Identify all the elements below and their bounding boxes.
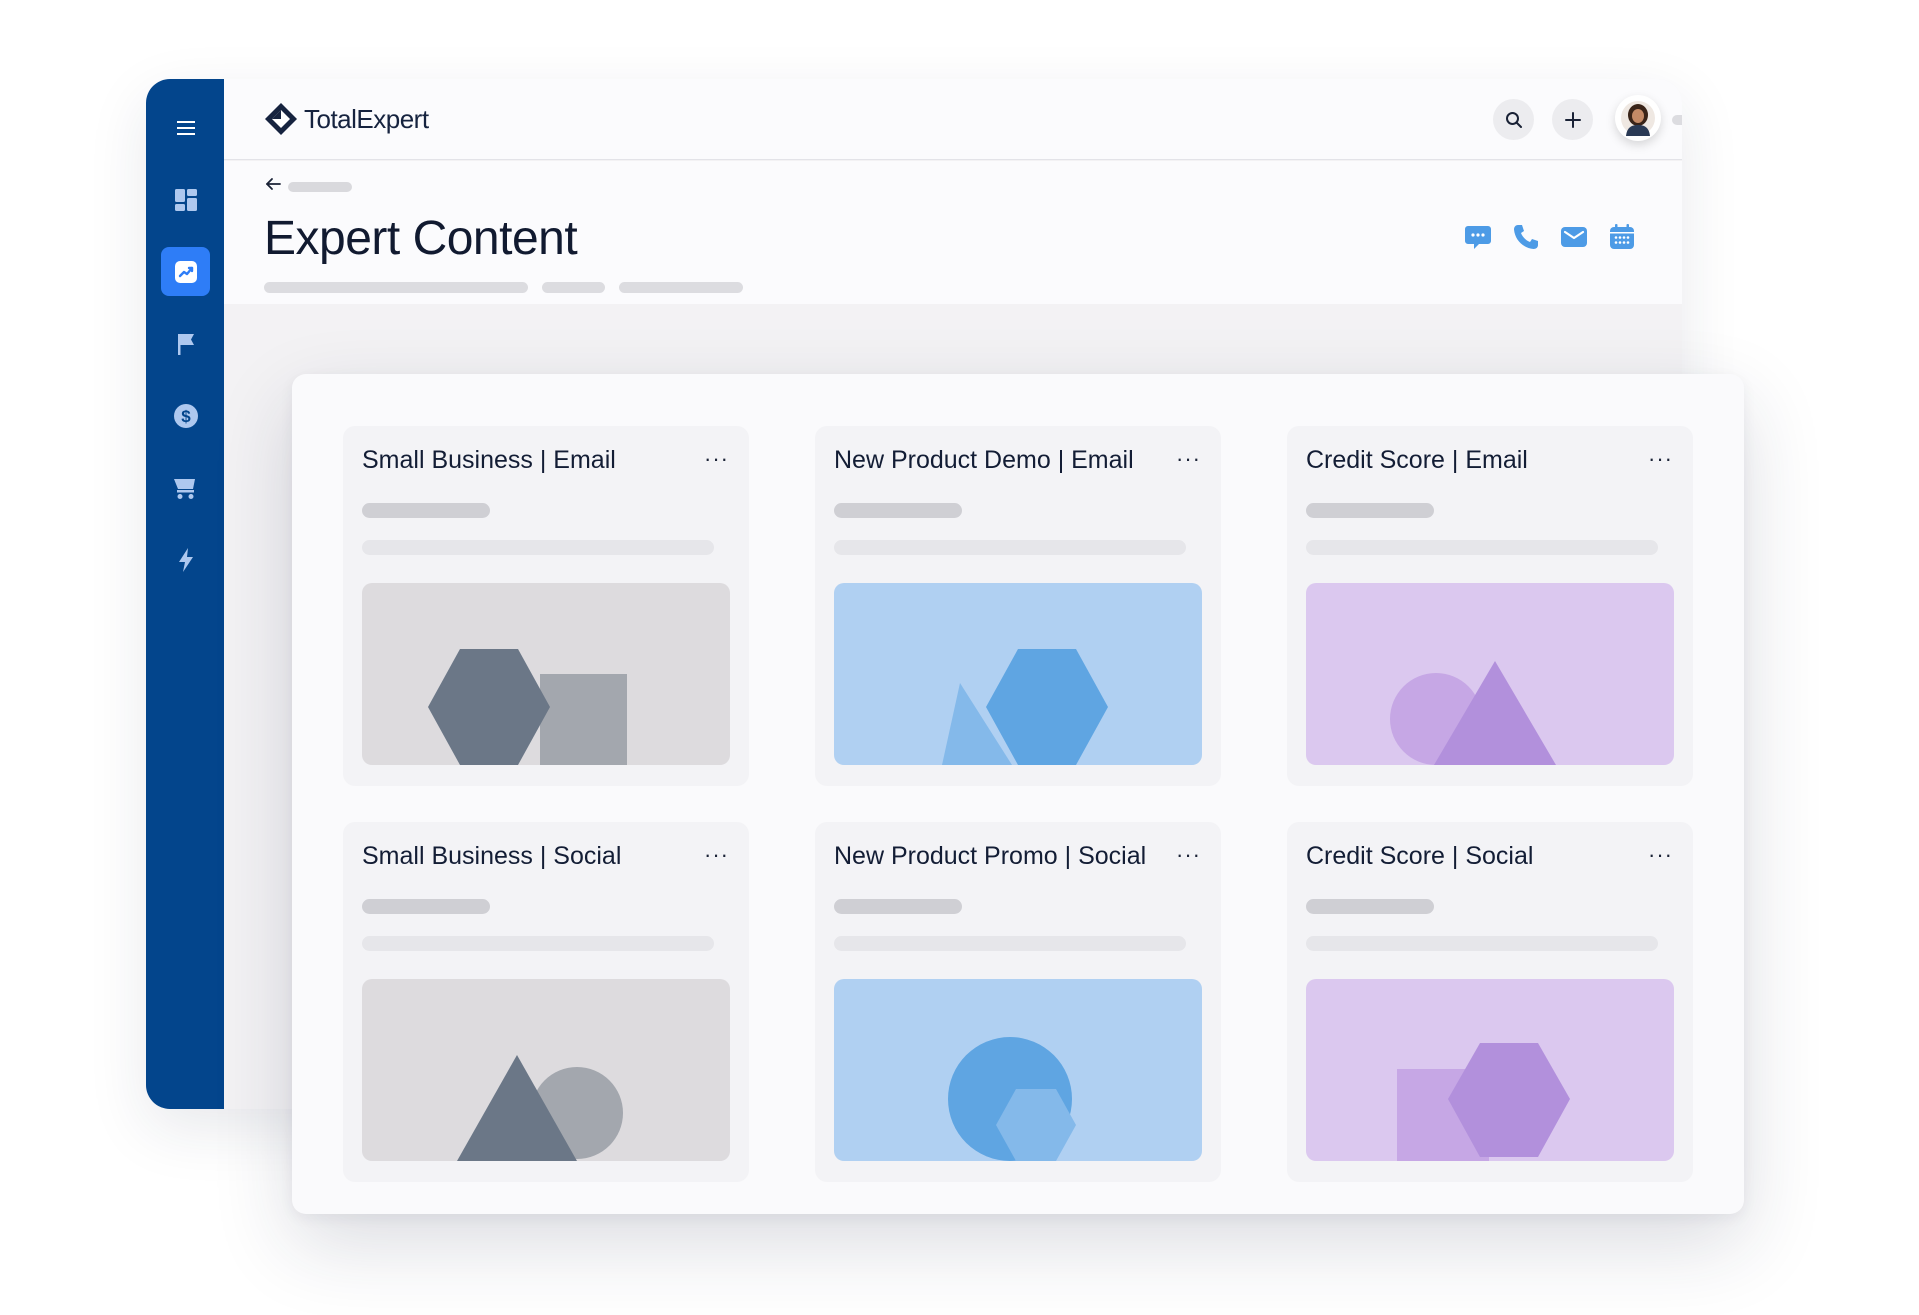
subtitle-placeholder — [619, 282, 743, 293]
card-meta-placeholder — [362, 899, 490, 914]
content-panel: Small Business | Email ··· New Product D… — [292, 374, 1744, 1214]
content-card[interactable]: Small Business | Social ··· — [343, 822, 749, 1182]
card-thumbnail — [1306, 979, 1674, 1161]
cart-icon[interactable] — [161, 463, 210, 512]
card-title: Credit Score | Email — [1306, 446, 1528, 474]
username-placeholder — [1672, 115, 1682, 125]
content-card[interactable]: New Product Demo | Email ··· — [815, 426, 1221, 786]
flag-icon[interactable] — [161, 319, 210, 368]
lightning-icon[interactable] — [161, 535, 210, 584]
card-meta-placeholder — [1306, 899, 1434, 914]
card-description-placeholder — [362, 936, 714, 951]
topbar: TotalExpert — [224, 79, 1682, 160]
dollar-icon[interactable]: $ — [161, 391, 210, 440]
card-thumbnail — [1306, 583, 1674, 765]
svg-text:$: $ — [181, 407, 191, 426]
purple-shapes-thumbnail — [1397, 1043, 1570, 1161]
user-avatar[interactable] — [1615, 95, 1661, 141]
trending-chart-icon[interactable] — [161, 247, 210, 296]
stage: $ TotalExpert Expert Content Small Busin… — [0, 0, 1919, 1315]
blue-shapes-thumbnail — [942, 649, 1108, 765]
more-options-icon[interactable]: ··· — [704, 844, 729, 866]
logo-mark-icon — [265, 103, 297, 135]
content-card[interactable]: New Product Promo | Social ··· — [815, 822, 1221, 1182]
card-description-placeholder — [834, 936, 1186, 951]
card-thumbnail — [834, 979, 1202, 1161]
breadcrumb-placeholder — [288, 182, 352, 192]
content-card[interactable]: Small Business | Email ··· — [343, 426, 749, 786]
more-options-icon[interactable]: ··· — [1176, 448, 1201, 470]
page-title: Expert Content — [264, 212, 578, 265]
card-description-placeholder — [362, 540, 714, 555]
card-meta-placeholder — [834, 503, 962, 518]
card-title: New Product Promo | Social — [834, 842, 1147, 870]
menu-icon[interactable] — [161, 103, 210, 152]
content-card[interactable]: Credit Score | Email ··· — [1287, 426, 1693, 786]
dashboard-icon[interactable] — [161, 175, 210, 224]
card-title: New Product Demo | Email — [834, 446, 1134, 474]
plus-icon — [1564, 111, 1581, 128]
card-thumbnail — [362, 979, 730, 1161]
sidebar: $ — [146, 79, 224, 1109]
card-meta-placeholder — [1306, 503, 1434, 518]
gray-shapes-thumbnail — [428, 649, 627, 765]
subtitle-placeholder — [264, 282, 528, 293]
card-title: Credit Score | Social — [1306, 842, 1534, 870]
more-options-icon[interactable]: ··· — [1648, 448, 1673, 470]
back-arrow-icon[interactable] — [264, 175, 282, 193]
more-options-icon[interactable]: ··· — [1648, 844, 1673, 866]
card-meta-placeholder — [362, 503, 490, 518]
gray-shapes-thumbnail — [457, 1055, 623, 1161]
mail-icon[interactable] — [1560, 223, 1588, 251]
card-thumbnail — [362, 583, 730, 765]
blue-shapes-thumbnail — [948, 1037, 1076, 1161]
page-header: Expert Content — [224, 161, 1682, 304]
calendar-icon[interactable] — [1608, 223, 1636, 251]
search-icon — [1505, 111, 1522, 128]
card-title: Small Business | Email — [362, 446, 616, 474]
card-description-placeholder — [1306, 936, 1658, 951]
search-button[interactable] — [1493, 99, 1534, 140]
card-thumbnail — [834, 583, 1202, 765]
card-meta-placeholder — [834, 899, 962, 914]
purple-shapes-thumbnail — [1390, 661, 1556, 765]
chat-icon[interactable] — [1464, 223, 1492, 251]
more-options-icon[interactable]: ··· — [1176, 844, 1201, 866]
subtitle-placeholder — [542, 282, 605, 293]
logo-text: TotalExpert — [304, 103, 429, 134]
avatar-image — [1621, 101, 1655, 136]
phone-icon[interactable] — [1512, 223, 1540, 251]
card-title: Small Business | Social — [362, 842, 622, 870]
card-description-placeholder — [834, 540, 1186, 555]
logo[interactable]: TotalExpert — [264, 102, 429, 136]
card-description-placeholder — [1306, 540, 1658, 555]
add-button[interactable] — [1552, 99, 1593, 140]
content-card[interactable]: Credit Score | Social ··· — [1287, 822, 1693, 1182]
more-options-icon[interactable]: ··· — [704, 448, 729, 470]
